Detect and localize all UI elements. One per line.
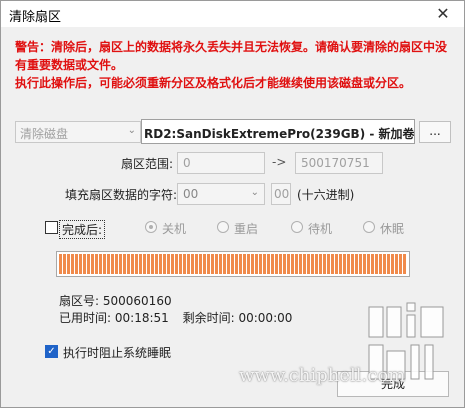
watermark-url: www.chiphell.com bbox=[239, 365, 406, 386]
warning-line-1: 警告：清除后，扇区上的数据将永久丢失并且无法恢复。请确认要清除的扇区中没 bbox=[15, 40, 448, 54]
radio-standby[interactable] bbox=[291, 221, 303, 233]
close-icon[interactable]: ✕ bbox=[434, 5, 452, 23]
sector-end-input[interactable]: 500170751 bbox=[295, 152, 383, 174]
warning-line-3: 执行此操作后，可能必须重新分区及格式化后才能继续使用该磁盘或分区。 bbox=[15, 76, 412, 90]
sector-start-input[interactable]: 0 bbox=[177, 152, 265, 174]
fill-hex-input[interactable]: 00 bbox=[271, 183, 291, 205]
radio-standby-label: 待机 bbox=[308, 222, 333, 236]
chevron-down-icon: ⌄ bbox=[250, 187, 259, 198]
warning-line-2: 有重要数据或文件。 bbox=[15, 58, 124, 72]
radio-restart-label: 重启 bbox=[234, 222, 259, 236]
warning-message: 警告：清除后，扇区上的数据将永久丢失并且无法恢复。请确认要清除的扇区中没 有重要… bbox=[15, 39, 455, 93]
sector-range-label: 扇区范围: bbox=[121, 157, 174, 171]
time-row: 已用时间: 00:18:51 剩余时间: 00:00:00 bbox=[59, 309, 292, 326]
fill-char-label: 填充扇区数据的字符: bbox=[65, 188, 178, 202]
fill-char-value: 00 bbox=[183, 187, 199, 201]
after-complete-checkbox[interactable] bbox=[45, 221, 58, 234]
radio-hibernate[interactable] bbox=[363, 221, 375, 233]
radio-shutdown-label: 关机 bbox=[162, 222, 187, 236]
remaining-value: 00:00:00 bbox=[238, 311, 293, 325]
progress-fill bbox=[59, 254, 407, 274]
sector-number-value: 500060160 bbox=[102, 294, 172, 308]
progress-bar bbox=[56, 251, 410, 277]
chevron-down-icon: ⌄ bbox=[127, 125, 136, 136]
sector-number-row: 扇区号: 500060160 bbox=[59, 292, 172, 309]
radio-shutdown[interactable] bbox=[145, 221, 157, 233]
elapsed-label: 已用时间: bbox=[59, 311, 112, 325]
range-arrow: -> bbox=[272, 155, 287, 169]
remaining-label: 剩余时间: bbox=[182, 311, 235, 325]
fill-char-select[interactable]: 00 ⌄ bbox=[177, 183, 265, 205]
clear-mode-value: 清除磁盘 bbox=[20, 127, 69, 141]
elapsed-value: 00:18:51 bbox=[114, 311, 169, 325]
clear-sectors-dialog: 清除扇区 ✕ 警告：清除后，扇区上的数据将永久丢失并且无法恢复。请确认要清除的扇… bbox=[0, 0, 465, 408]
hex-note: (十六进制) bbox=[297, 188, 355, 202]
prevent-sleep-checkbox[interactable]: ✓ bbox=[45, 345, 58, 358]
radio-restart[interactable] bbox=[217, 221, 229, 233]
after-complete-label: 完成后: bbox=[59, 220, 106, 239]
prevent-sleep-label: 执行时阻止系统睡眠 bbox=[63, 346, 172, 360]
clear-mode-select[interactable]: 清除磁盘 ⌄ bbox=[15, 121, 141, 143]
radio-hibernate-label: 休眠 bbox=[380, 222, 405, 236]
title-bar: 清除扇区 ✕ bbox=[1, 1, 464, 27]
sector-number-label: 扇区号: bbox=[59, 294, 100, 308]
browse-button[interactable]: ... bbox=[419, 121, 451, 143]
disk-name-field: RD2:SanDiskExtremePro(239GB) - 新加卷(H:) bbox=[141, 119, 415, 144]
window-title: 清除扇区 bbox=[9, 10, 62, 25]
